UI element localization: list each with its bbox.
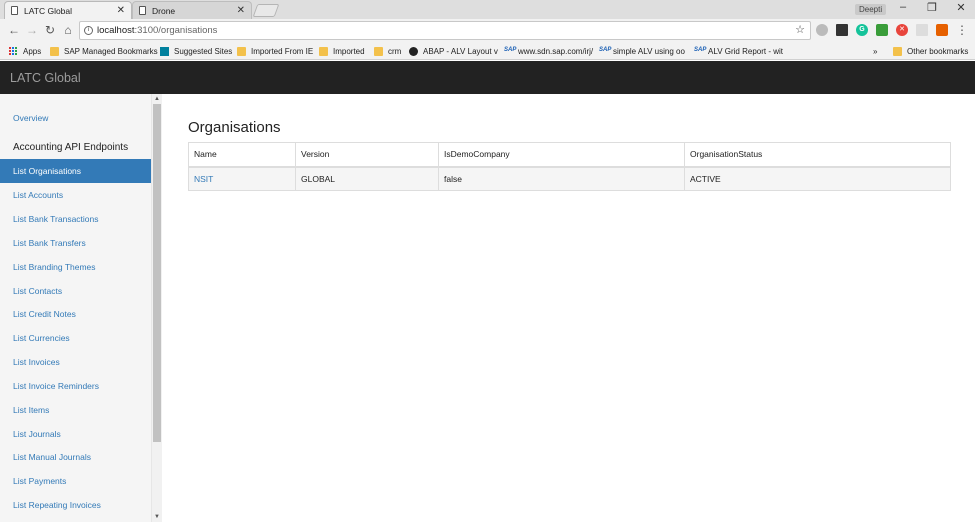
extension-red-icon[interactable]: ✕ xyxy=(896,24,908,36)
bookmark-link[interactable]: ABAP - ALV Layout v xyxy=(409,45,498,57)
bookmark-folder[interactable]: SAP Managed Bookmarks xyxy=(50,45,158,57)
sidebar-item-list-payments[interactable]: List Payments xyxy=(0,469,151,493)
app-brand[interactable]: LATC Global xyxy=(10,71,81,85)
restore-icon[interactable]: ❐ xyxy=(922,1,942,14)
sidebar-item-list-items[interactable]: List Items xyxy=(0,398,151,422)
sidebar-item-list-manual-journals[interactable]: List Manual Journals xyxy=(0,445,151,469)
extension-icon[interactable] xyxy=(816,24,828,36)
column-header-version: Version xyxy=(295,142,439,168)
sidebar-item-list-invoice-reminders[interactable]: List Invoice Reminders xyxy=(0,374,151,398)
app-navbar: LATC Global xyxy=(0,61,975,94)
bookmark-link[interactable]: SAP simple ALV using oo xyxy=(599,45,685,57)
page-icon xyxy=(11,6,18,15)
sidebar-item-list-bank-transfers[interactable]: List Bank Transfers xyxy=(0,231,151,255)
extension-green-icon[interactable] xyxy=(876,24,888,36)
bookmark-folder[interactable]: Imported From IE xyxy=(237,45,313,57)
table-row: NSIT GLOBAL false ACTIVE xyxy=(188,166,951,191)
sidebar-item-overview[interactable]: Overview xyxy=(0,106,151,130)
page-icon xyxy=(139,6,146,15)
cell-isdemocompany: false xyxy=(438,166,685,191)
sidebar-scrollbar[interactable]: ▲ ▼ xyxy=(152,94,162,522)
bookmark-folder[interactable]: Imported xyxy=(319,45,365,57)
folder-icon xyxy=(237,46,246,56)
sidebar-item-list-contacts[interactable]: List Contacts xyxy=(0,279,151,303)
bookmark-star-icon[interactable]: ☆ xyxy=(795,23,805,36)
sidebar-item-list-currencies[interactable]: List Currencies xyxy=(0,326,151,350)
sidebar: Overview Accounting API Endpoints List O… xyxy=(0,94,152,522)
other-bookmarks[interactable]: Other bookmarks xyxy=(893,45,968,57)
folder-icon xyxy=(374,46,383,56)
reload-icon[interactable]: ↻ xyxy=(43,22,57,38)
folder-icon xyxy=(319,46,328,56)
sidebar-item-list-invoices[interactable]: List Invoices xyxy=(0,350,151,374)
profile-name[interactable]: Deepti xyxy=(855,4,887,15)
bookmark-link[interactable]: SAP ALV Grid Report - wit xyxy=(694,45,783,57)
minimize-icon[interactable]: – xyxy=(893,1,913,13)
sidebar-item-list-organisations[interactable]: List Organisations xyxy=(0,159,151,183)
organisations-table: Name Version IsDemoCompany OrganisationS… xyxy=(188,142,951,191)
scroll-up-icon[interactable]: ▲ xyxy=(152,95,162,103)
browser-toolbar: ← → ↻ ⌂ i localhost:3100/organisations ☆… xyxy=(0,19,975,42)
home-icon[interactable]: ⌂ xyxy=(61,22,75,38)
browser-tab-active[interactable]: LATC Global ✕ xyxy=(4,1,132,19)
close-icon[interactable]: ✕ xyxy=(117,5,125,16)
scroll-down-icon[interactable]: ▼ xyxy=(152,513,162,521)
column-header-isdemocompany: IsDemoCompany xyxy=(438,142,685,168)
grammarly-icon[interactable]: G xyxy=(856,24,868,36)
sidebar-item-list-accounts[interactable]: List Accounts xyxy=(0,183,151,207)
cell-name: NSIT xyxy=(188,166,296,191)
page-title: Organisations xyxy=(188,119,281,136)
bookmark-link[interactable]: SAP www.sdn.sap.com/irj/ xyxy=(504,45,593,57)
cell-organisationstatus: ACTIVE xyxy=(684,166,951,191)
table-header-row: Name Version IsDemoCompany OrganisationS… xyxy=(188,142,951,168)
column-header-organisationstatus: OrganisationStatus xyxy=(684,142,951,168)
bookmark-apps[interactable]: Apps xyxy=(9,45,41,57)
new-tab-button[interactable] xyxy=(252,4,280,17)
back-icon[interactable]: ← xyxy=(7,22,21,38)
apps-grid-icon xyxy=(9,46,18,56)
info-icon[interactable]: i xyxy=(84,26,93,35)
window-close-icon[interactable]: ✕ xyxy=(951,1,971,14)
tab-title: LATC Global xyxy=(24,5,73,16)
bookmarks-overflow-button[interactable]: » xyxy=(873,45,877,57)
sidebar-item-list-credit-notes[interactable]: List Credit Notes xyxy=(0,302,151,326)
extension-blank-icon[interactable] xyxy=(916,24,928,36)
organisation-link[interactable]: NSIT xyxy=(194,174,213,184)
browser-tab-strip: LATC Global ✕ Drone ✕ Deepti – ❐ ✕ xyxy=(0,0,975,19)
sap-icon: SAP xyxy=(694,46,707,53)
sidebar-item-list-journals[interactable]: List Journals xyxy=(0,422,151,446)
sidebar-item-list-repeating-invoices[interactable]: List Repeating Invoices xyxy=(0,493,151,517)
cell-version: GLOBAL xyxy=(295,166,439,191)
tab-title: Drone xyxy=(152,5,176,16)
sap-icon: SAP xyxy=(504,46,517,53)
close-icon[interactable]: ✕ xyxy=(237,5,245,16)
column-header-name: Name xyxy=(188,142,296,168)
sap-icon: SAP xyxy=(599,46,612,53)
bookmark-folder[interactable]: crm xyxy=(374,45,401,57)
folder-icon xyxy=(893,46,902,56)
qr-code-icon[interactable] xyxy=(836,24,848,36)
sidebar-item-list-bank-transactions[interactable]: List Bank Transactions xyxy=(0,207,151,231)
bookmarks-bar: Apps SAP Managed Bookmarks Suggested Sit… xyxy=(0,42,975,60)
bing-icon xyxy=(160,46,169,56)
sidebar-heading: Accounting API Endpoints xyxy=(13,142,129,153)
browser-tab-drone[interactable]: Drone ✕ xyxy=(132,1,252,19)
menu-icon[interactable]: ⋮ xyxy=(955,22,969,38)
bookmark-suggested-sites[interactable]: Suggested Sites xyxy=(160,45,232,57)
sidebar-item-list-branding-themes[interactable]: List Branding Themes xyxy=(0,255,151,279)
url-text: localhost:3100/organisations xyxy=(97,25,218,36)
address-bar[interactable]: i localhost:3100/organisations ☆ xyxy=(79,21,811,40)
extension-orange-icon[interactable] xyxy=(936,24,948,36)
forward-icon[interactable]: → xyxy=(25,22,39,38)
scroll-thumb[interactable] xyxy=(153,104,161,442)
folder-icon xyxy=(50,46,59,56)
circle-icon xyxy=(409,46,418,56)
